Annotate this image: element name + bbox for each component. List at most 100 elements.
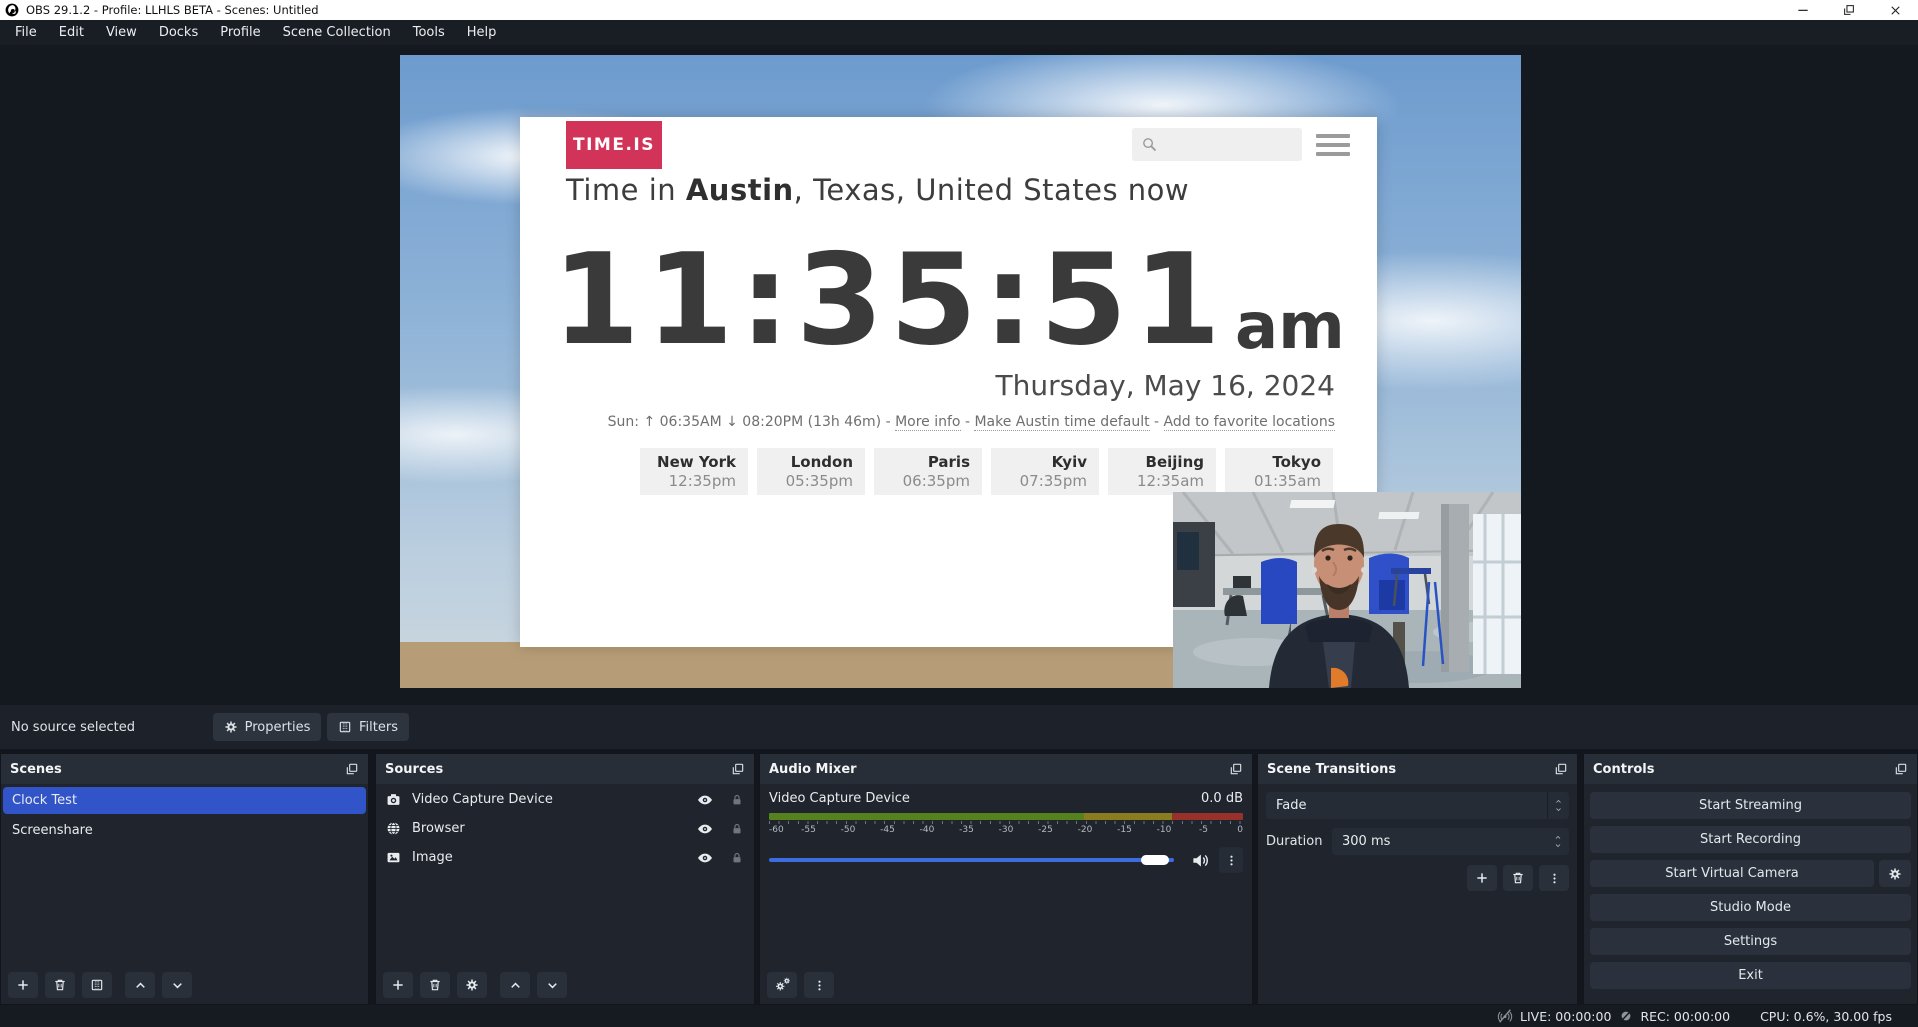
webcam-scene — [1173, 492, 1521, 688]
source-item-image[interactable]: Image — [376, 844, 754, 871]
source-properties-button[interactable] — [457, 972, 487, 998]
gear-icon — [224, 720, 238, 734]
add-source-button[interactable] — [383, 972, 413, 998]
duration-spinbox[interactable]: 300 ms — [1332, 828, 1569, 855]
search-icon — [1141, 136, 1158, 153]
transition-select[interactable]: Fade — [1266, 792, 1569, 819]
scene-item-clock-test[interactable]: Clock Test — [3, 787, 366, 814]
meter-tick-label: -15 — [1117, 825, 1132, 835]
mixer-options-button[interactable] — [804, 972, 834, 998]
move-source-down-button[interactable] — [537, 972, 567, 998]
title-bar: OBS 29.1.2 - Profile: LLHLS BETA - Scene… — [0, 0, 1918, 20]
move-scene-down-button[interactable] — [162, 972, 192, 998]
meter-tick-label: -60 — [769, 825, 784, 835]
popout-icon[interactable] — [1554, 762, 1568, 776]
filters-button[interactable]: Filters — [327, 713, 409, 741]
restore-button[interactable] — [1826, 0, 1872, 20]
city-tokyo: Tokyo01:35am — [1225, 448, 1333, 495]
menu-tools[interactable]: Tools — [402, 21, 456, 44]
lock-icon[interactable] — [730, 822, 744, 836]
visibility-eye-icon[interactable] — [697, 792, 713, 808]
sources-panel-title: Sources — [385, 762, 443, 777]
meter-tick-label: -50 — [841, 825, 856, 835]
remove-scene-button[interactable] — [45, 972, 75, 998]
more-info-link: More info — [895, 414, 960, 431]
add-scene-button[interactable] — [8, 972, 38, 998]
filter-icon — [338, 720, 352, 734]
chevron-down-icon — [1554, 806, 1563, 813]
popout-icon[interactable] — [731, 762, 745, 776]
popout-icon[interactable] — [345, 762, 359, 776]
kebab-dots-icon — [1225, 854, 1238, 867]
menu-view[interactable]: View — [95, 21, 148, 44]
start-recording-button[interactable]: Start Recording — [1590, 826, 1911, 853]
menu-bar: File Edit View Docks Profile Scene Colle… — [0, 20, 1918, 45]
kebab-dots-icon — [813, 979, 826, 992]
speaker-icon[interactable] — [1191, 851, 1210, 870]
close-button[interactable] — [1872, 0, 1918, 20]
source-status-text: No source selected — [11, 720, 135, 735]
timeis-clock: 11:35:51 am — [560, 203, 1337, 363]
scenes-panel-title: Scenes — [10, 762, 62, 777]
add-transition-button[interactable] — [1467, 865, 1497, 891]
chevron-up-icon — [1554, 798, 1563, 805]
source-item-video-capture[interactable]: Video Capture Device — [376, 786, 754, 813]
advanced-audio-button[interactable] — [767, 972, 797, 998]
scene-item-screenshare[interactable]: Screenshare — [3, 817, 366, 844]
studio-mode-button[interactable]: Studio Mode — [1590, 894, 1911, 921]
lock-icon[interactable] — [730, 851, 744, 865]
volume-slider-handle[interactable] — [1141, 855, 1169, 865]
controls-panel: Controls Start Streaming Start Recording… — [1583, 753, 1918, 1005]
start-virtual-camera-button[interactable]: Start Virtual Camera — [1590, 860, 1874, 887]
transitions-panel-title: Scene Transitions — [1267, 762, 1396, 777]
window-title: OBS 29.1.2 - Profile: LLHLS BETA - Scene… — [26, 3, 319, 17]
menu-docks[interactable]: Docks — [148, 21, 209, 44]
meter-tick-label: -45 — [880, 825, 895, 835]
move-source-up-button[interactable] — [500, 972, 530, 998]
heading-city: Austin — [686, 173, 794, 207]
sources-panel: Sources Video Capture Device Browser — [375, 753, 755, 1005]
start-streaming-button[interactable]: Start Streaming — [1590, 792, 1911, 819]
menu-edit[interactable]: Edit — [48, 21, 95, 44]
transition-select-spinner[interactable] — [1547, 792, 1569, 819]
remove-source-button[interactable] — [420, 972, 450, 998]
camera-icon — [386, 792, 401, 807]
video-capture-source-webcam[interactable] — [1173, 492, 1521, 688]
chevron-down-icon — [1553, 842, 1563, 849]
gear-icon — [465, 978, 479, 992]
city-london: London05:35pm — [757, 448, 865, 495]
scene-filters-button[interactable] — [82, 972, 112, 998]
properties-button[interactable]: Properties — [213, 713, 321, 741]
popout-icon[interactable] — [1894, 762, 1908, 776]
status-bar: LIVE: 00:00:00 REC: 00:00:00 CPU: 0.6%, … — [0, 1005, 1918, 1027]
window-controls — [1780, 0, 1918, 20]
volume-slider[interactable] — [769, 854, 1182, 866]
exit-button[interactable]: Exit — [1590, 962, 1911, 989]
move-scene-up-button[interactable] — [125, 972, 155, 998]
minimize-button[interactable] — [1780, 0, 1826, 20]
double-gear-icon — [774, 977, 791, 994]
duration-spinner[interactable] — [1547, 828, 1569, 855]
settings-button[interactable]: Settings — [1590, 928, 1911, 955]
lock-icon[interactable] — [730, 793, 744, 807]
sources-list: Video Capture Device Browser Image — [376, 784, 754, 966]
remove-transition-button[interactable] — [1503, 865, 1533, 891]
source-item-browser[interactable]: Browser — [376, 815, 754, 842]
current-time: 11:35:51 — [552, 237, 1227, 363]
hamburger-menu-icon — [1316, 134, 1350, 156]
visibility-eye-icon[interactable] — [697, 821, 713, 837]
menu-file[interactable]: File — [4, 21, 48, 44]
meter-tick-label: -40 — [920, 825, 935, 835]
menu-help[interactable]: Help — [456, 21, 508, 44]
visibility-eye-icon[interactable] — [697, 850, 713, 866]
meter-tick-label: 0 — [1237, 825, 1243, 835]
channel-options-button[interactable] — [1219, 847, 1243, 873]
sun-info-line: Sun: ↑ 06:35AM ↓ 08:20PM (13h 46m) - Mor… — [608, 414, 1335, 430]
menu-scene-collection[interactable]: Scene Collection — [272, 21, 402, 44]
transition-options-button[interactable] — [1539, 865, 1569, 891]
virtual-camera-config-button[interactable] — [1879, 860, 1911, 887]
popout-icon[interactable] — [1229, 762, 1243, 776]
menu-profile[interactable]: Profile — [209, 21, 271, 44]
preview-canvas[interactable]: TIME.IS Time in Austin, Texas, United St… — [400, 55, 1521, 688]
timeis-heading: Time in Austin, Texas, United States now — [566, 173, 1189, 207]
